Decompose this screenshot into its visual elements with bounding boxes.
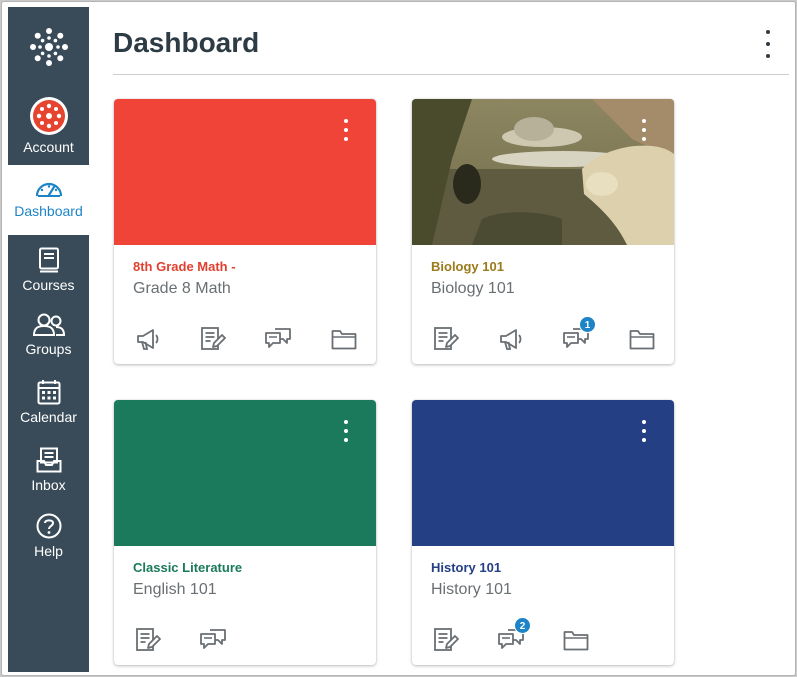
assignments-icon[interactable] bbox=[431, 625, 461, 655]
course-card-hero[interactable] bbox=[114, 99, 376, 245]
sidebar-item-help[interactable]: Help bbox=[8, 513, 89, 569]
sidebar-item-label: Account bbox=[23, 139, 74, 155]
course-card-title[interactable]: History 101 bbox=[431, 560, 501, 575]
global-navigation: Account Dashboard Courses Groups Calenda… bbox=[8, 7, 89, 672]
unread-discussions-badge: 1 bbox=[579, 316, 596, 333]
inbox-icon bbox=[36, 447, 61, 473]
dashboard-gauge-icon bbox=[35, 182, 62, 197]
course-card-history[interactable]: History 101 History 101 2 bbox=[412, 400, 674, 665]
sidebar-item-label: Dashboard bbox=[14, 203, 83, 219]
sidebar-item-account[interactable]: Account bbox=[8, 97, 89, 165]
kebab-dot-icon bbox=[766, 42, 770, 46]
sidebar-item-inbox[interactable]: Inbox bbox=[8, 447, 89, 503]
kebab-dot-icon bbox=[766, 54, 770, 58]
discussions-icon[interactable]: 1 bbox=[561, 316, 596, 354]
assignments-icon[interactable] bbox=[133, 625, 163, 655]
course-card-actions bbox=[114, 324, 376, 354]
course-card-subtitle: English 101 bbox=[133, 581, 217, 598]
assignments-icon[interactable] bbox=[431, 324, 461, 354]
account-avatar-icon bbox=[29, 97, 68, 135]
kebab-dot-icon bbox=[766, 30, 770, 34]
course-card-subtitle: Biology 101 bbox=[431, 280, 515, 297]
announcements-icon[interactable] bbox=[133, 324, 163, 354]
page-title: Dashboard bbox=[113, 27, 260, 58]
files-icon[interactable] bbox=[329, 324, 359, 354]
course-card-hero[interactable] bbox=[114, 400, 376, 546]
course-card-actions bbox=[114, 625, 376, 655]
sidebar-item-label: Courses bbox=[22, 277, 75, 293]
unread-discussions-badge: 2 bbox=[514, 617, 531, 634]
sidebar-item-label: Help bbox=[34, 543, 63, 559]
course-card-literature[interactable]: Classic Literature English 101 bbox=[114, 400, 376, 665]
groups-people-icon bbox=[32, 313, 65, 336]
canvas-logo[interactable] bbox=[8, 7, 89, 87]
app-window: Account Dashboard Courses Groups Calenda… bbox=[1, 1, 796, 676]
help-icon bbox=[36, 513, 61, 539]
sidebar-item-courses[interactable]: Courses bbox=[8, 247, 89, 301]
course-card-subtitle: History 101 bbox=[431, 581, 512, 598]
assignments-icon[interactable] bbox=[198, 324, 228, 354]
card-options-button[interactable] bbox=[342, 420, 350, 442]
sidebar-item-dashboard[interactable]: Dashboard bbox=[8, 165, 89, 235]
courses-book-icon bbox=[38, 247, 59, 273]
course-card-title[interactable]: Classic Literature bbox=[133, 560, 242, 575]
course-card-actions: 1 bbox=[412, 316, 674, 354]
sidebar-item-calendar[interactable]: Calendar bbox=[8, 379, 89, 435]
calendar-icon bbox=[37, 380, 60, 405]
discussions-icon[interactable]: 2 bbox=[496, 617, 531, 655]
card-options-button[interactable] bbox=[640, 119, 648, 141]
dashboard-options-button[interactable] bbox=[758, 30, 778, 58]
course-card-math[interactable]: 8th Grade Math - Grade 8 Math bbox=[114, 99, 376, 364]
announcements-icon[interactable] bbox=[496, 324, 526, 354]
card-options-button[interactable] bbox=[342, 119, 350, 141]
canvas-logo-icon bbox=[29, 28, 68, 66]
sidebar-item-groups[interactable]: Groups bbox=[8, 313, 89, 367]
card-options-button[interactable] bbox=[640, 420, 648, 442]
discussions-icon[interactable] bbox=[263, 324, 293, 354]
course-card-subtitle: Grade 8 Math bbox=[133, 280, 231, 297]
header-divider bbox=[113, 74, 789, 75]
course-card-actions: 2 bbox=[412, 617, 674, 655]
course-card-title[interactable]: Biology 101 bbox=[431, 259, 504, 274]
sidebar-item-label: Calendar bbox=[20, 409, 77, 425]
course-card-hero[interactable] bbox=[412, 400, 674, 546]
course-card-hero-image[interactable] bbox=[412, 99, 674, 245]
course-card-title[interactable]: 8th Grade Math - bbox=[133, 259, 236, 274]
files-icon[interactable] bbox=[627, 324, 657, 354]
course-card-biology[interactable]: Biology 101 Biology 101 1 bbox=[412, 99, 674, 364]
files-icon[interactable] bbox=[561, 625, 591, 655]
sidebar-item-label: Inbox bbox=[31, 477, 66, 493]
discussions-icon[interactable] bbox=[198, 625, 228, 655]
sidebar-item-label: Groups bbox=[25, 341, 72, 357]
